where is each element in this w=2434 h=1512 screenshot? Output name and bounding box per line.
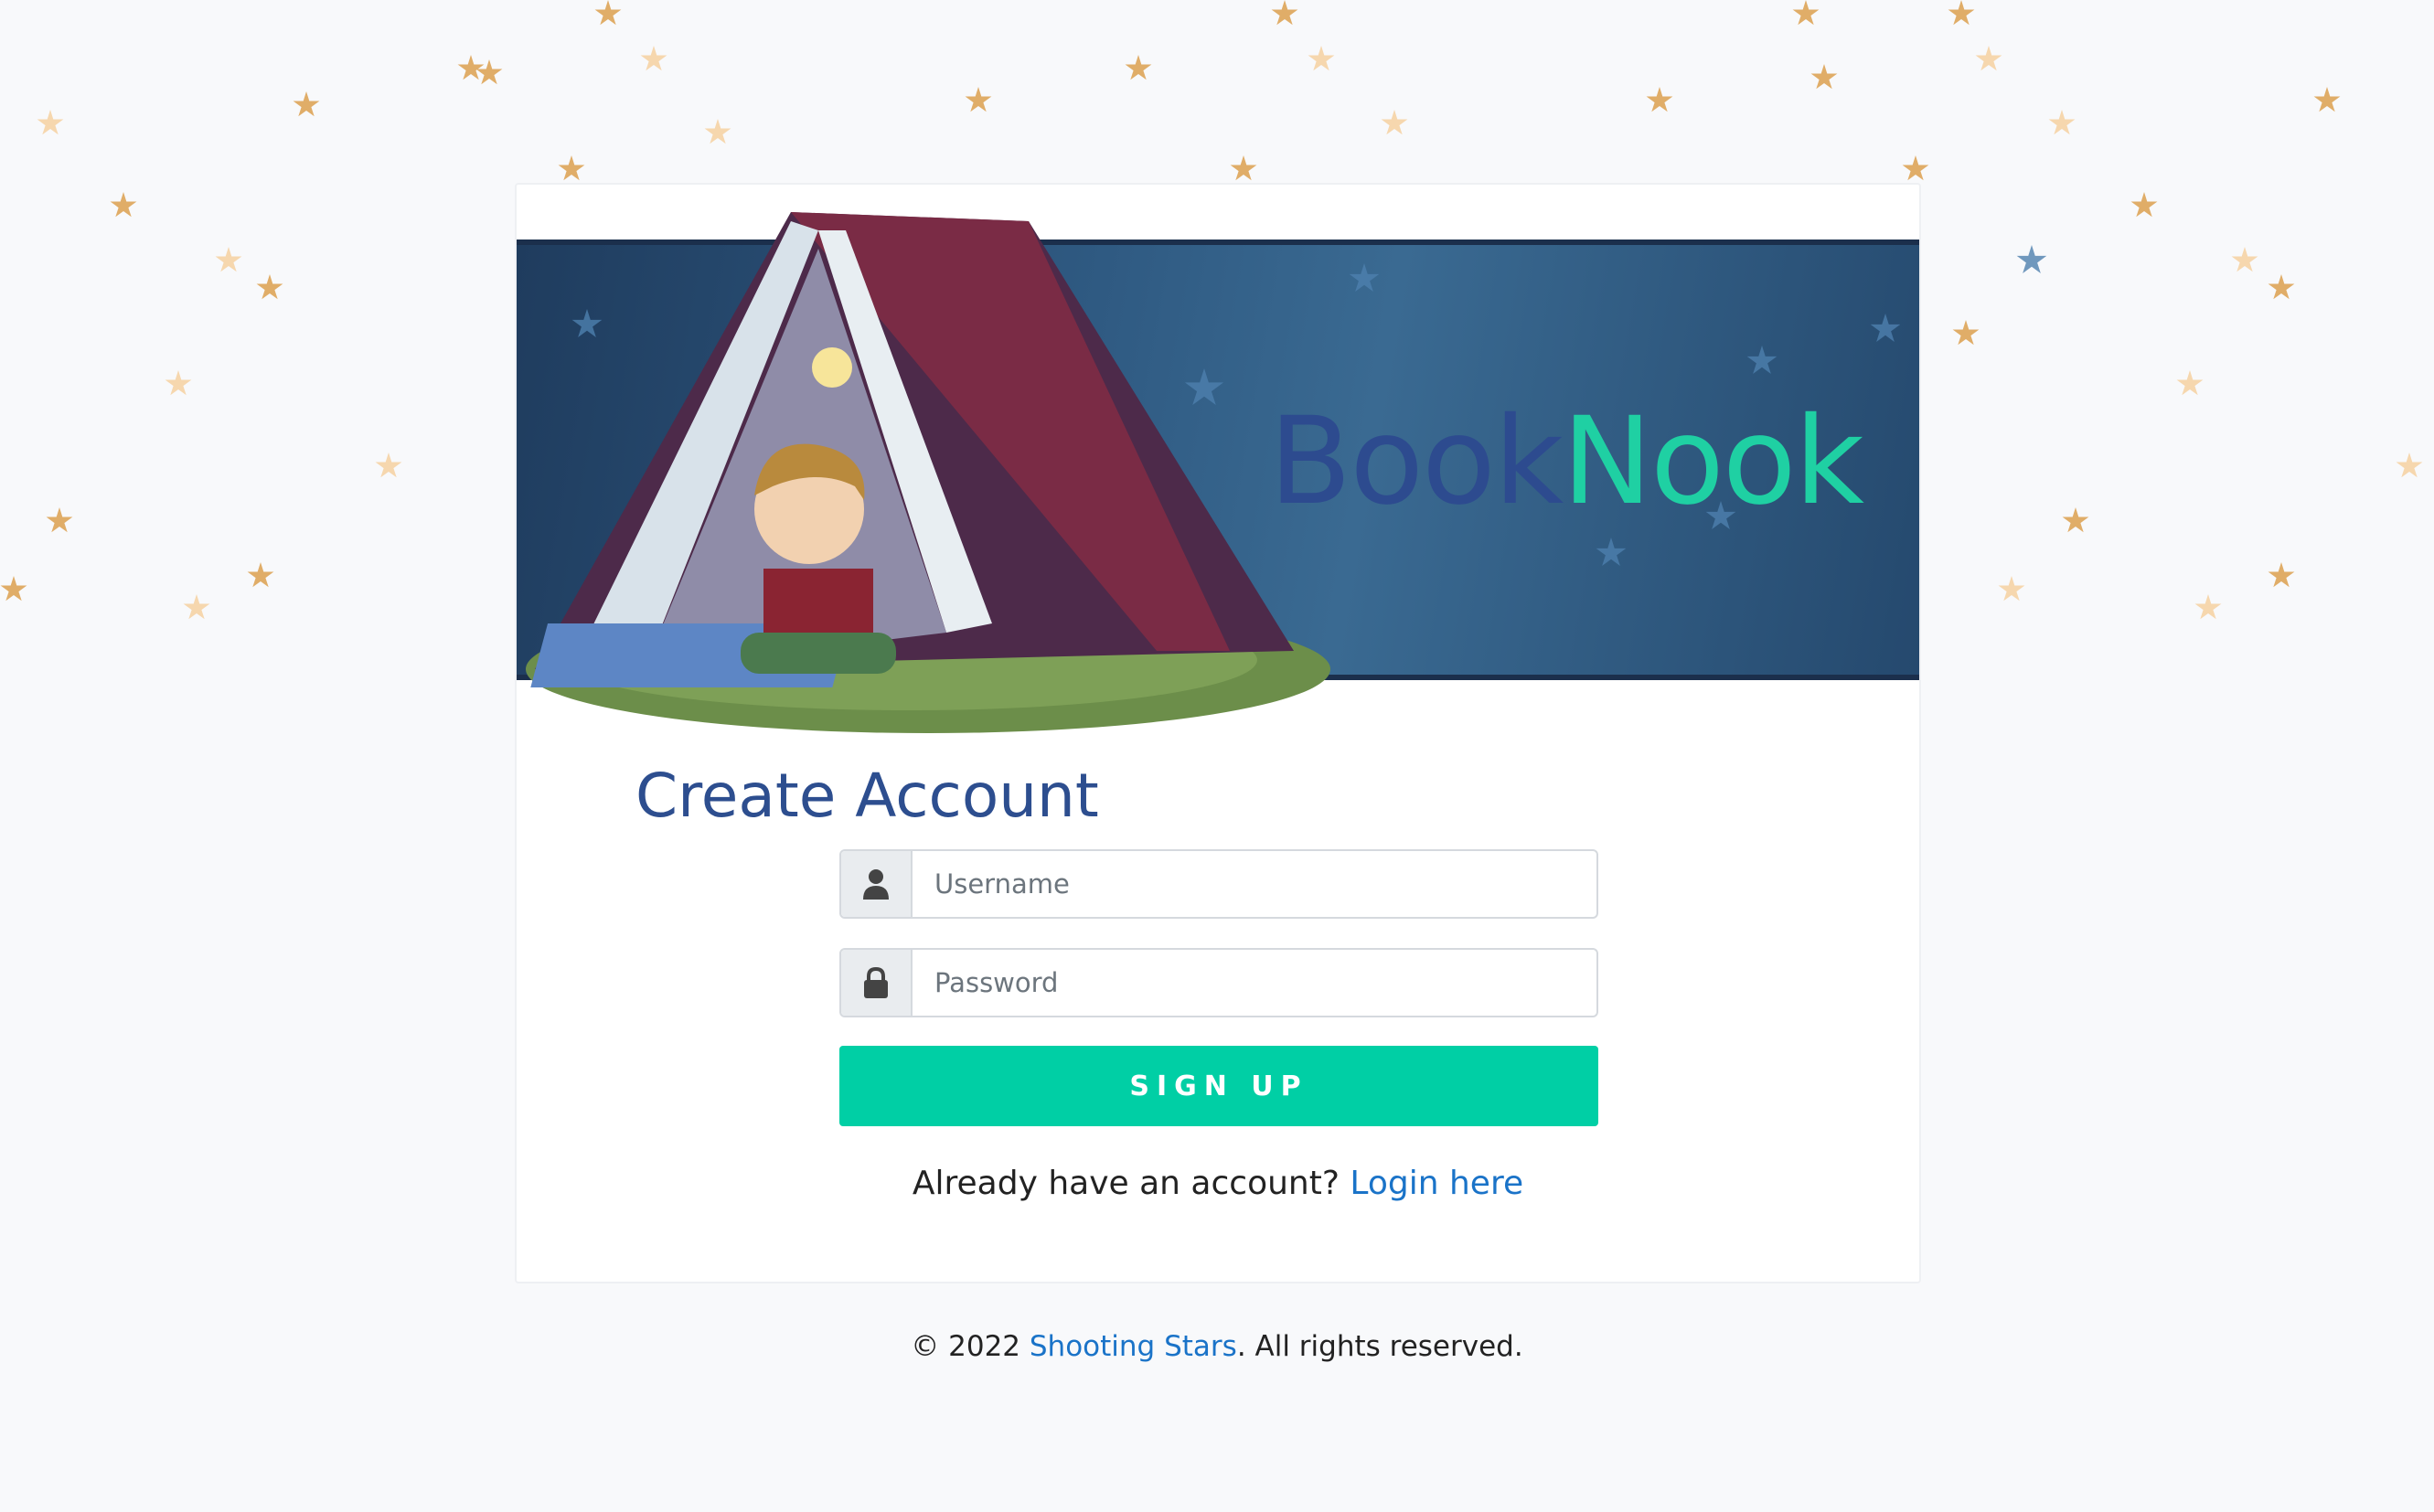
company-link[interactable]: Shooting Stars bbox=[1030, 1330, 1237, 1363]
star-decoration bbox=[2048, 110, 2076, 135]
star-decoration bbox=[2130, 192, 2158, 218]
rights-text: . All rights reserved. bbox=[1236, 1330, 1523, 1363]
star-decoration bbox=[0, 576, 27, 602]
star-decoration bbox=[2176, 370, 2204, 396]
star-decoration bbox=[1271, 0, 1298, 26]
star-decoration bbox=[475, 59, 503, 85]
footer: © 2022 Shooting Stars. All rights reserv… bbox=[0, 1330, 2434, 1363]
star-decoration bbox=[37, 110, 64, 135]
booknook-logo: BookNook bbox=[1269, 391, 1864, 532]
star-decoration bbox=[594, 0, 622, 26]
star-decoration bbox=[2313, 87, 2341, 112]
star-decoration bbox=[1810, 64, 1838, 90]
star-decoration bbox=[2268, 274, 2295, 300]
star-decoration bbox=[1948, 0, 1975, 26]
star-decoration bbox=[110, 192, 137, 218]
signup-card: BookNook Create Account SIGN UP Already … bbox=[515, 183, 2047, 1283]
star-decoration bbox=[2268, 562, 2295, 588]
star-decoration bbox=[1975, 46, 2002, 71]
star-decoration bbox=[2396, 453, 2423, 478]
password-field-group bbox=[839, 948, 1598, 1017]
login-prompt-text: Already have an account? bbox=[912, 1165, 1340, 1202]
star-decoration bbox=[1902, 155, 1929, 181]
star-decoration bbox=[256, 274, 283, 300]
star-decoration bbox=[965, 87, 992, 112]
login-link[interactable]: Login here bbox=[1350, 1165, 1523, 1202]
page-title: Create Account bbox=[635, 761, 1099, 831]
star-decoration bbox=[1646, 87, 1673, 112]
book-tent-illustration bbox=[526, 212, 1330, 733]
star-decoration bbox=[375, 453, 402, 478]
star-decoration bbox=[2231, 247, 2258, 272]
copyright-text: © 2022 bbox=[911, 1330, 1021, 1363]
star-decoration bbox=[1998, 576, 2025, 602]
star-decoration bbox=[1308, 46, 1335, 71]
star-decoration bbox=[183, 594, 210, 620]
star-decoration bbox=[46, 507, 73, 533]
star-decoration bbox=[165, 370, 192, 396]
lock-icon bbox=[841, 950, 913, 1016]
star-decoration bbox=[457, 55, 485, 80]
star-decoration bbox=[1792, 0, 1820, 26]
star-decoration bbox=[1381, 110, 1408, 135]
star-decoration bbox=[1952, 320, 1980, 346]
star-decoration bbox=[704, 119, 731, 144]
sign-up-button[interactable]: SIGN UP bbox=[839, 1046, 1598, 1126]
star-decoration bbox=[293, 91, 320, 117]
star-decoration bbox=[1125, 55, 1152, 80]
password-input[interactable] bbox=[913, 950, 1596, 1016]
star-decoration bbox=[215, 247, 242, 272]
login-prompt: Already have an account? Login here bbox=[517, 1165, 1919, 1202]
star-decoration bbox=[2194, 594, 2222, 620]
star-decoration bbox=[247, 562, 274, 588]
username-input[interactable] bbox=[913, 851, 1596, 917]
user-icon bbox=[841, 851, 913, 917]
logo-nook: Nook bbox=[1562, 391, 1864, 532]
username-field-group bbox=[839, 849, 1598, 919]
star-decoration bbox=[640, 46, 667, 71]
star-decoration bbox=[2062, 507, 2089, 533]
star-decoration bbox=[1230, 155, 1257, 181]
star-decoration bbox=[558, 155, 585, 181]
